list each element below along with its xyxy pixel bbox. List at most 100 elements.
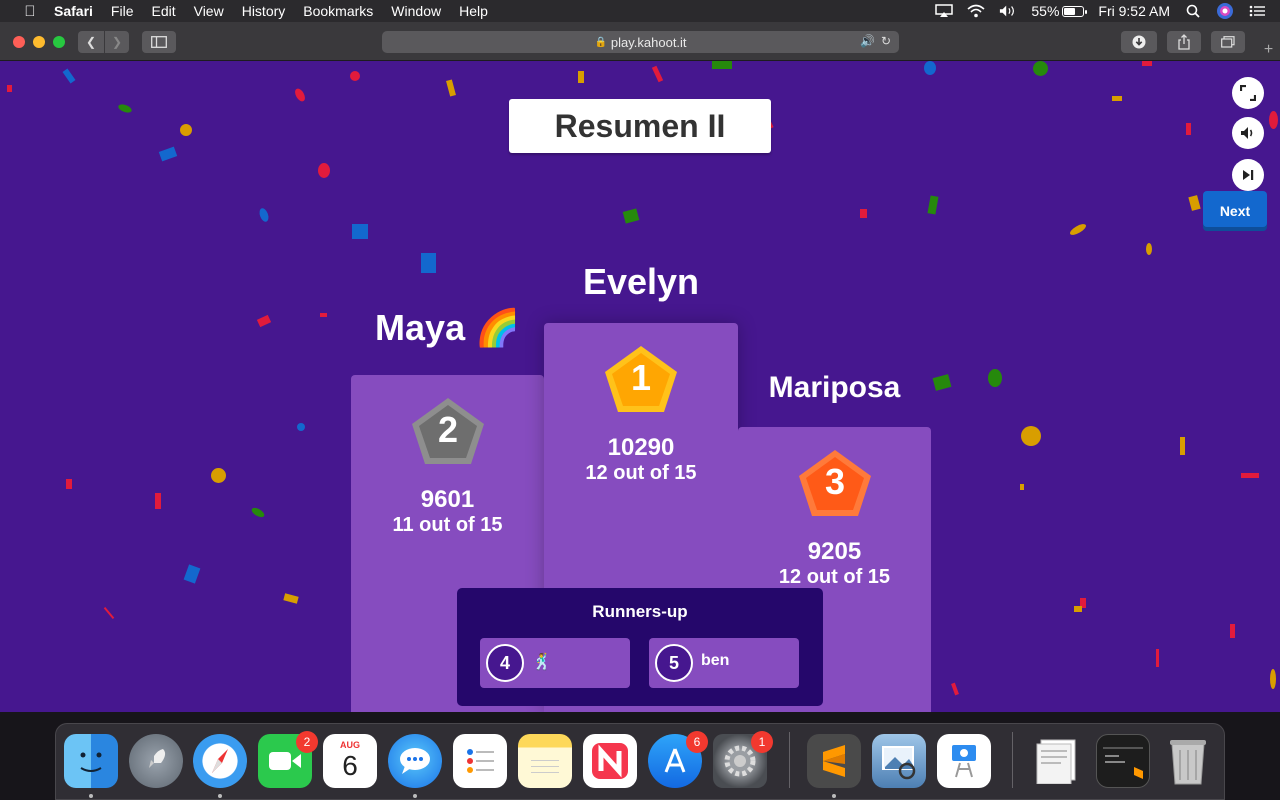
sublime-icon[interactable] <box>807 734 861 788</box>
spotlight-search-icon[interactable] <box>1184 4 1202 18</box>
first-place-name: Evelyn <box>582 261 700 302</box>
confetti-piece <box>66 479 72 489</box>
third-place-correct: 12 out of 15 <box>778 566 891 588</box>
menubar-clock[interactable]: Fri 9:52 AM <box>1098 3 1170 19</box>
menu-view[interactable]: View <box>194 3 224 19</box>
messages-icon[interactable] <box>388 734 442 788</box>
calendar-icon[interactable]: AUG 6 <box>323 734 377 788</box>
plus-icon: + <box>1263 41 1274 58</box>
document-stack-icon <box>1036 739 1076 784</box>
new-tab-button[interactable]: + <box>1257 39 1280 61</box>
fullscreen-button[interactable] <box>1232 77 1264 109</box>
sidebar-icon <box>151 36 167 48</box>
confetti-piece <box>1180 437 1185 455</box>
confetti-piece <box>1112 96 1122 101</box>
battery-status[interactable]: 55% <box>1031 3 1088 19</box>
menu-history[interactable]: History <box>242 3 286 19</box>
compass-icon[interactable] <box>193 734 247 788</box>
menu-file[interactable]: File <box>111 3 134 19</box>
tab-audio-icon[interactable]: 🔊 <box>860 34 875 48</box>
confetti-piece <box>1270 669 1276 689</box>
confetti-piece <box>318 163 330 178</box>
downloads-button[interactable] <box>1121 31 1157 53</box>
notes-icon[interactable] <box>518 734 572 788</box>
confetti-piece <box>1230 624 1235 638</box>
sidebar-toggle-button[interactable] <box>142 31 176 53</box>
runner-up-rank: 5 <box>655 644 693 682</box>
chevron-left-icon: ❮ <box>85 35 97 49</box>
volume-icon[interactable] <box>999 4 1017 18</box>
window-close-button[interactable] <box>13 36 25 48</box>
menu-bookmarks[interactable]: Bookmarks <box>303 3 373 19</box>
notification-center-icon[interactable] <box>1248 4 1266 18</box>
confetti-piece <box>1020 484 1024 490</box>
rocket-icon[interactable] <box>129 734 183 788</box>
confetti-piece <box>1146 243 1152 255</box>
runner-up-rank: 4 <box>486 644 524 682</box>
keynote-icon[interactable] <box>937 734 991 788</box>
next-button[interactable]: Next <box>1203 191 1267 231</box>
terminal-prompt-icon <box>1103 747 1143 779</box>
show-all-tabs-button[interactable] <box>1211 31 1245 53</box>
finder-icon[interactable] <box>64 734 118 788</box>
tabs-overview-icon <box>1221 36 1235 48</box>
sound-toggle-button[interactable] <box>1232 117 1264 149</box>
wifi-icon[interactable] <box>967 4 985 18</box>
share-button[interactable] <box>1167 31 1201 53</box>
system-preferences-badge: 1 <box>751 731 773 753</box>
back-button[interactable]: ❮ <box>78 31 104 53</box>
bronze-medal-badge: 3 <box>796 448 874 523</box>
confetti-piece <box>257 207 271 223</box>
confetti-piece <box>651 65 664 83</box>
running-indicator <box>218 794 222 798</box>
airplay-icon[interactable] <box>935 4 954 18</box>
address-bar[interactable]: 🔒 play.kahoot.it 🔊 ↻ <box>382 31 899 53</box>
keynote-podium-icon <box>952 745 976 778</box>
confetti-piece <box>283 593 299 604</box>
confetti-piece <box>7 85 12 92</box>
preview-icon[interactable] <box>872 734 926 788</box>
confetti-piece <box>712 61 732 69</box>
confetti-piece <box>155 493 161 509</box>
forward-button[interactable]: ❯ <box>105 31 129 53</box>
confetti-piece <box>350 71 360 81</box>
launchpad-rocket-icon <box>149 749 166 768</box>
running-indicator <box>413 794 417 798</box>
trash-icon[interactable] <box>1161 734 1215 788</box>
confetti-piece <box>932 374 952 391</box>
confetti-piece <box>1068 221 1088 238</box>
window-minimize-button[interactable] <box>33 36 45 48</box>
battery-percent: 55% <box>1031 3 1060 19</box>
reload-icon[interactable]: ↻ <box>881 34 891 48</box>
calendar-month: AUG <box>340 740 360 750</box>
confetti-piece <box>924 61 936 75</box>
window-fullscreen-button[interactable] <box>53 36 65 48</box>
reminders-icon[interactable] <box>453 734 507 788</box>
photo-magnifier-icon <box>882 746 916 780</box>
confetti-piece <box>988 369 1002 387</box>
menu-window[interactable]: Window <box>391 3 441 19</box>
siri-icon[interactable] <box>1216 3 1234 19</box>
documents-icon[interactable] <box>1031 734 1085 788</box>
terminal-icon[interactable] <box>1096 734 1150 788</box>
confetti-piece <box>1021 426 1041 446</box>
runner-up-card: 5 ben <box>649 638 799 688</box>
skip-button[interactable] <box>1232 159 1264 191</box>
confetti-piece <box>578 71 584 83</box>
dock-separator <box>1012 732 1013 788</box>
apple-menu-icon[interactable]:  <box>20 3 40 20</box>
trash-bin-icon <box>1170 740 1206 785</box>
running-indicator <box>832 794 836 798</box>
second-place-name: Maya 🌈 <box>375 307 520 348</box>
fullscreen-icon <box>1240 85 1256 101</box>
confetti-piece <box>1269 111 1278 129</box>
confetti-piece <box>1186 123 1191 135</box>
confetti-piece <box>1241 473 1259 478</box>
confetti-piece <box>158 146 178 162</box>
menu-app-safari[interactable]: Safari <box>54 3 93 19</box>
news-icon[interactable] <box>583 734 637 788</box>
menu-help[interactable]: Help <box>459 3 488 19</box>
first-rank-number: 1 <box>630 357 652 398</box>
menu-edit[interactable]: Edit <box>151 3 175 19</box>
confetti-piece <box>1188 195 1201 211</box>
